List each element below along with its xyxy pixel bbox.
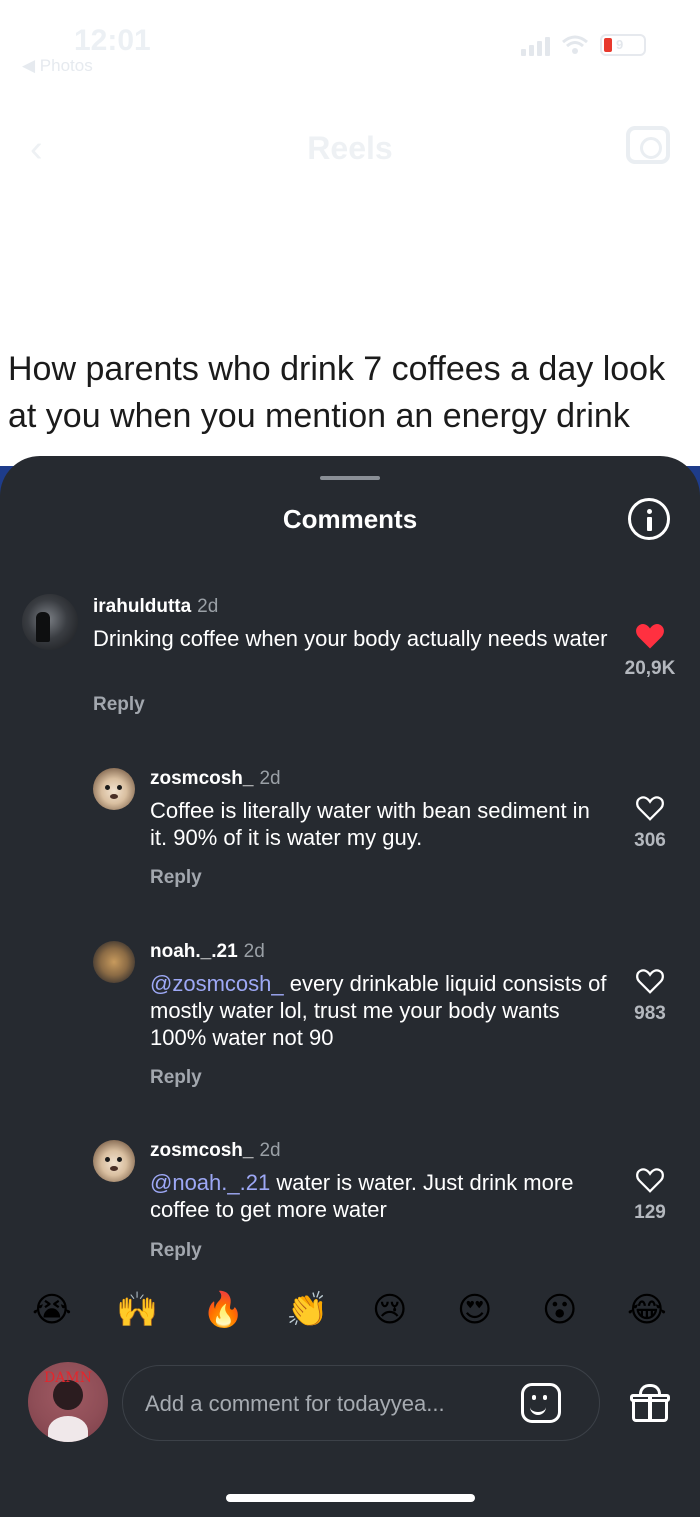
reply-button[interactable]: Reply [150,1067,202,1089]
heart-filled-icon [636,624,664,649]
emoji-sad-button[interactable]: 😢 [372,1290,407,1330]
comment-input-placeholder: Add a comment for todayyea... [145,1391,445,1416]
comment-body: Coffee is literally water with bean sedi… [150,798,590,850]
emoji-fire-button[interactable]: 🔥 [202,1290,244,1330]
emoji-quick-bar: 😭 🙌 🔥 👏 😢 😍 😮 😂 [0,1290,700,1334]
heart-outline-icon [636,1168,664,1193]
status-time: 12:01 [74,24,151,57]
avatar[interactable] [22,594,78,650]
sticker-icon[interactable] [521,1383,561,1423]
comment-header: zosmcosh_ 2d [150,768,281,790]
reply-button[interactable]: Reply [93,694,145,716]
comment-username[interactable]: irahuldutta [93,596,191,617]
comment-time: 2d [259,1140,281,1161]
comments-sheet: Comments irahuldutta 2d Drinking coffee w… [0,456,700,1517]
reply-button[interactable]: Reply [150,867,202,889]
comment-header: noah._.21 2d [150,941,265,963]
avatar[interactable] [93,768,135,810]
like-count: 20,9K [624,658,676,679]
battery-level: 9 [616,37,624,52]
comment-text: @noah._.21 water is water. Just drink mo… [150,1169,610,1223]
comment-body: Drinking coffee when your body actually … [93,626,608,651]
emoji-clap-button[interactable]: 👏 [286,1290,328,1330]
reels-header: ‹ Reels [0,118,700,178]
comment-text: Drinking coffee when your body actually … [93,625,608,652]
comment-username[interactable]: noah._.21 [150,941,238,962]
like-button[interactable]: 306 [620,794,680,852]
reel-caption: How parents who drink 7 coffees a day lo… [8,350,666,435]
comment-time: 2d [259,768,281,789]
like-count: 983 [634,1003,666,1024]
emoji-surprised-button[interactable]: 😮 [542,1290,577,1330]
comment-header: irahuldutta 2d [93,596,218,618]
comment-text: Coffee is literally water with bean sedi… [150,797,610,851]
like-count: 306 [634,830,666,851]
comment-time: 2d [197,596,219,617]
wifi-icon [562,35,588,54]
comment-input[interactable]: Add a comment for todayyea... [122,1365,600,1441]
heart-outline-icon [636,969,664,994]
back-to-app-link[interactable]: ◀ Photos [22,56,93,76]
emoji-laughing-button[interactable]: 😂 [627,1290,667,1330]
my-avatar[interactable]: DAMN [28,1362,108,1442]
avatar[interactable] [93,941,135,983]
battery-icon: 9 [600,34,646,56]
comment-composer: DAMN Add a comment for todayyea... [0,1362,700,1444]
info-icon[interactable] [628,498,670,540]
camera-icon[interactable] [626,126,670,164]
like-button[interactable]: 983 [620,967,680,1025]
emoji-crying-button[interactable]: 😭 [32,1290,72,1330]
cellular-signal-icon [521,34,550,56]
comment-mention[interactable]: @zosmcosh_ [150,971,284,996]
like-button[interactable]: 129 [620,1166,680,1224]
reels-title: Reels [307,130,393,166]
comments-title: Comments [282,504,418,534]
like-count: 129 [634,1202,666,1223]
like-button[interactable]: 20,9K [620,622,680,680]
comment-text: @zosmcosh_ every drinkable liquid consis… [150,970,610,1051]
status-bar: 12:01 ◀ Photos 9 [0,0,700,90]
reply-button[interactable]: Reply [150,1240,202,1262]
comment-username[interactable]: zosmcosh_ [150,1140,253,1161]
emoji-heart-eyes-button[interactable]: 😍 [457,1290,492,1330]
comment-username[interactable]: zosmcosh_ [150,768,253,789]
status-icons: 9 [521,34,646,56]
comment-mention[interactable]: @noah._.21 [150,1170,270,1195]
avatar[interactable] [93,1140,135,1182]
home-indicator [226,1494,475,1502]
gift-icon[interactable] [630,1384,670,1422]
comment-time: 2d [243,941,265,962]
comment-header: zosmcosh_ 2d [150,1140,281,1162]
comments-header: Comments [0,456,700,562]
avatar-tag: DAMN [44,1370,92,1386]
heart-outline-icon [636,796,664,821]
emoji-raised-hands-button[interactable]: 🙌 [116,1290,158,1330]
